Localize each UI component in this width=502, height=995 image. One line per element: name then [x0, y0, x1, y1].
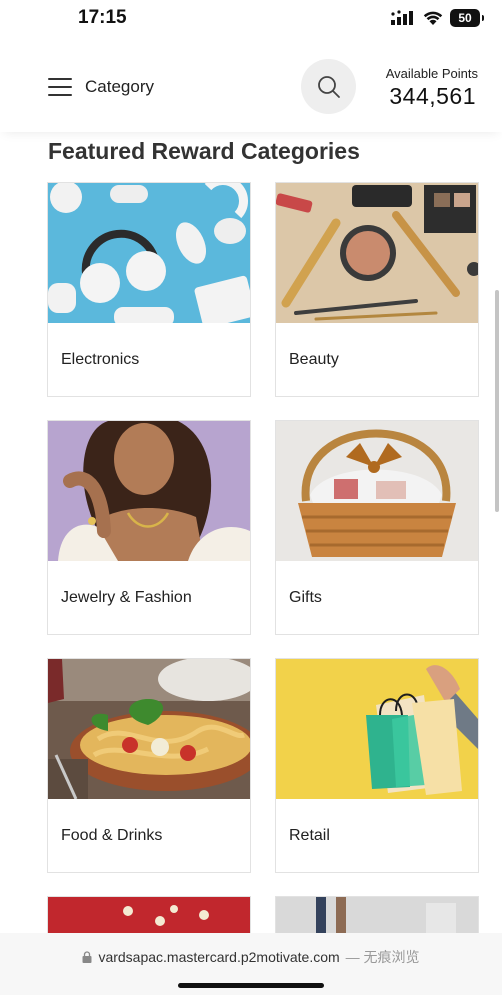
search-icon: [317, 75, 340, 98]
browser-url-bar[interactable]: vardsapac.mastercard.p2motivate.com — 无痕…: [0, 933, 502, 995]
travel-image: [276, 897, 478, 935]
section-title: Featured Reward Categories: [48, 138, 360, 164]
category-label: Beauty: [289, 351, 339, 368]
signal-icon: [391, 10, 413, 25]
electronics-image: [48, 183, 250, 323]
gifts-image: [276, 421, 478, 561]
app-header: Category Available Points 344,561: [0, 50, 502, 132]
status-icons: 50: [390, 9, 484, 27]
available-points-label: Available Points: [385, 66, 478, 81]
category-card-partial-left[interactable]: [47, 896, 251, 936]
hamburger-icon: [48, 78, 72, 96]
category-menu-label: Category: [85, 77, 154, 96]
jewelry-image: [48, 421, 250, 561]
category-card-electronics[interactable]: Electronics: [47, 182, 251, 397]
food-image: [48, 659, 250, 799]
beauty-image: [276, 183, 478, 323]
category-card-beauty[interactable]: Beauty: [275, 182, 479, 397]
category-card-food-drinks[interactable]: Food & Drinks: [47, 658, 251, 873]
url-text: vardsapac.mastercard.p2motivate.com: [98, 949, 340, 965]
retail-image: [276, 659, 478, 799]
category-card-gifts[interactable]: Gifts: [275, 420, 479, 635]
battery-level: 50: [458, 11, 472, 25]
search-button[interactable]: [301, 59, 356, 114]
scrollbar[interactable]: [495, 290, 499, 512]
category-menu-button[interactable]: Category: [48, 77, 154, 97]
status-time: 17:15: [78, 7, 127, 28]
category-label: Electronics: [61, 351, 140, 368]
available-points-value: 344,561: [389, 83, 476, 109]
category-card-partial-right[interactable]: [275, 896, 479, 936]
battery-icon: 50: [450, 9, 484, 27]
status-bar: 17:15 50: [0, 0, 502, 44]
category-label: Gifts: [289, 589, 322, 606]
category-card-jewelry-fashion[interactable]: Jewelry & Fashion: [47, 420, 251, 635]
private-mode-label: — 无痕浏览: [345, 949, 420, 965]
wifi-icon: [423, 11, 443, 25]
home-indicator[interactable]: [178, 983, 324, 988]
popcorn-image: [48, 897, 250, 935]
category-label: Food & Drinks: [61, 827, 163, 844]
category-label: Jewelry & Fashion: [61, 589, 192, 606]
category-label: Retail: [289, 827, 330, 844]
lock-icon: [82, 951, 92, 963]
category-card-retail[interactable]: Retail: [275, 658, 479, 873]
